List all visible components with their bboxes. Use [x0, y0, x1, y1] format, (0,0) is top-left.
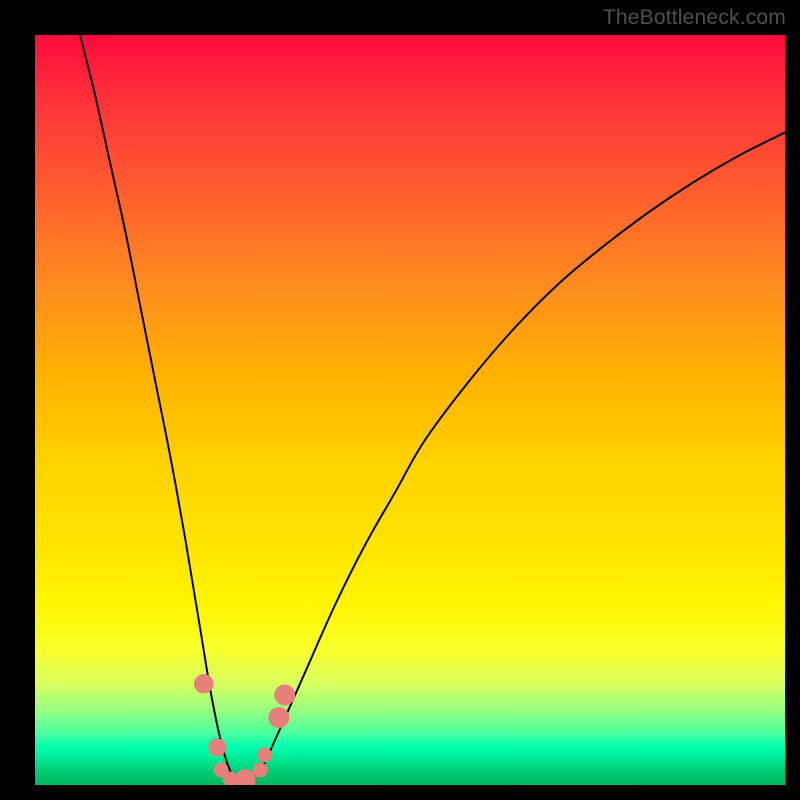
curve-marker — [253, 763, 268, 778]
bottleneck-curve — [80, 35, 785, 780]
curve-marker — [208, 739, 226, 757]
chart-svg — [35, 35, 785, 785]
chart-frame: TheBottleneck.com — [0, 0, 800, 800]
curve-marker — [268, 707, 289, 728]
chart-plot-area — [35, 35, 785, 785]
curve-marker — [194, 674, 214, 694]
curve-marker — [274, 685, 295, 706]
curve-marker — [257, 748, 272, 763]
watermark-text: TheBottleneck.com — [603, 6, 786, 30]
curve-marker — [235, 769, 256, 785]
